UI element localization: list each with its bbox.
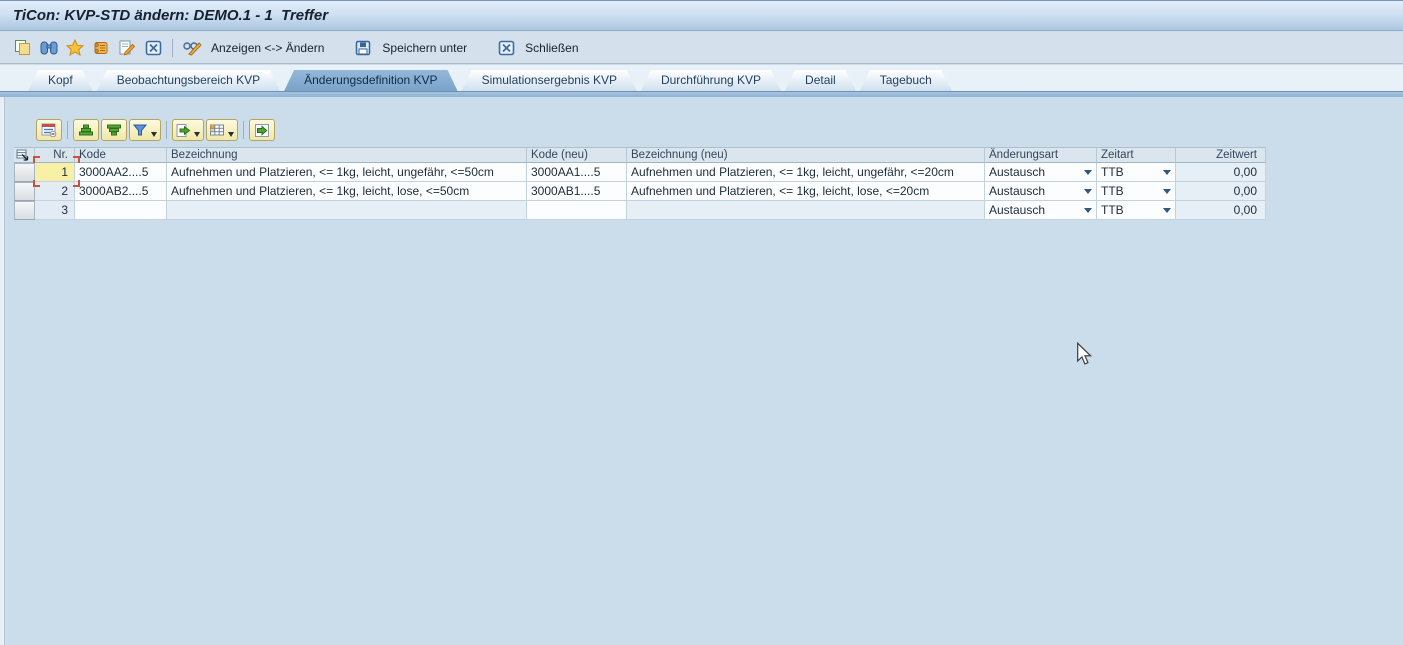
zeitart-dropdown[interactable]: TTB — [1097, 201, 1176, 220]
zeitart-dropdown[interactable]: TTB — [1097, 163, 1176, 182]
dropdown-value: Austausch — [989, 163, 1045, 181]
views-dropdown-arrow[interactable] — [228, 132, 234, 137]
glasses-pencil-icon — [181, 38, 203, 58]
cell-kode-neu[interactable] — [527, 201, 627, 220]
export-dropdown-arrow[interactable] — [194, 132, 200, 137]
close-box-icon — [495, 38, 517, 58]
filter-icon[interactable] — [129, 119, 161, 141]
grid-toolbar-separator — [243, 121, 244, 139]
close-button[interactable]: Schließen — [495, 38, 578, 58]
table-views-icon[interactable] — [206, 119, 238, 141]
cell-kode[interactable]: 3000AA2....5 — [75, 163, 167, 182]
cell-bezeichnung-neu[interactable] — [627, 201, 985, 220]
table-row: 2 3000AB2....5 Aufnehmen und Platzieren,… — [14, 182, 1266, 201]
dropdown-value: TTB — [1101, 182, 1124, 200]
dropdown-value: TTB — [1101, 163, 1124, 181]
cell-bezeichnung-neu[interactable]: Aufnehmen und Platzieren, <= 1kg, leicht… — [627, 182, 985, 201]
column-header-kode[interactable]: Kode — [75, 147, 167, 163]
cell-bezeichnung[interactable]: Aufnehmen und Platzieren, <= 1kg, leicht… — [167, 182, 527, 201]
filter-dropdown-arrow[interactable] — [151, 132, 157, 137]
column-header-nr[interactable]: Nr. — [35, 147, 75, 163]
tab-content-panel: Nr. Kode Bezeichnung Kode (neu) Bezeichn… — [0, 97, 1403, 645]
chevron-down-icon[interactable] — [1163, 208, 1171, 213]
cell-bezeichnung-neu[interactable]: Aufnehmen und Platzieren, <= 1kg, leicht… — [627, 163, 985, 182]
tab-beobachtungsbereich-kvp[interactable]: Beobachtungsbereich KVP — [97, 70, 280, 91]
column-header-kode-neu[interactable]: Kode (neu) — [527, 147, 627, 163]
tab-strip: Kopf Beobachtungsbereich KVP Änderungsde… — [0, 65, 1403, 97]
tab-aenderungsdefinition-kvp[interactable]: Änderungsdefinition KVP — [284, 70, 457, 91]
dropdown-value: Austausch — [989, 182, 1045, 200]
dropdown-value: Austausch — [989, 201, 1045, 219]
alv-grid: Nr. Kode Bezeichnung Kode (neu) Bezeichn… — [14, 147, 1266, 220]
find-binoculars-icon[interactable] — [38, 38, 60, 58]
aenderungsart-dropdown[interactable]: Austausch — [985, 201, 1097, 220]
zeitart-dropdown[interactable]: TTB — [1097, 182, 1176, 201]
tab-kopf[interactable]: Kopf — [28, 70, 93, 91]
cell-nr[interactable]: 2 — [35, 182, 75, 201]
tab-simulationsergebnis-kvp[interactable]: Simulationsergebnis KVP — [462, 70, 637, 91]
row-selector[interactable] — [14, 201, 35, 220]
column-header-aenderungsart[interactable]: Änderungsart — [985, 147, 1097, 163]
dropdown-value: TTB — [1101, 201, 1124, 219]
column-header-zeitwert[interactable]: Zeitwert — [1176, 147, 1266, 163]
chevron-down-icon[interactable] — [1163, 189, 1171, 194]
grid-toolbar — [36, 118, 277, 142]
cell-bezeichnung[interactable] — [167, 201, 527, 220]
tab-durchfuehrung-kvp[interactable]: Durchführung KVP — [641, 70, 781, 91]
cell-zeitwert[interactable]: 0,00 — [1176, 163, 1266, 182]
cell-kode-neu[interactable]: 3000AB1....5 — [527, 182, 627, 201]
details-icon[interactable] — [36, 119, 62, 141]
column-header-bezeichnung-neu[interactable]: Bezeichnung (neu) — [627, 147, 985, 163]
select-all-button[interactable] — [14, 147, 35, 163]
save-as-label: Speichern unter — [382, 41, 467, 55]
floppy-disk-icon — [352, 38, 374, 58]
grid-toolbar-separator — [67, 121, 68, 139]
cell-zeitwert[interactable]: 0,00 — [1176, 182, 1266, 201]
transfer-icon[interactable] — [249, 119, 275, 141]
sap-window: TiCon: KVP-STD ändern: DEMO.1 - 1 Treffe… — [0, 0, 1403, 645]
cancel-box-icon[interactable] — [142, 38, 164, 58]
panel-left-edge — [0, 97, 5, 645]
chevron-down-icon[interactable] — [1163, 170, 1171, 175]
cell-nr[interactable]: 3 — [35, 201, 75, 220]
aenderungsart-dropdown[interactable]: Austausch — [985, 163, 1097, 182]
close-label: Schließen — [525, 41, 578, 55]
main-toolbar: Anzeigen <-> Ändern Speichern unter Schl… — [0, 32, 1403, 64]
chevron-down-icon[interactable] — [1084, 170, 1092, 175]
grid-toolbar-separator — [166, 121, 167, 139]
table-row: 3 Austausch TTB 0,00 — [14, 201, 1266, 220]
row-selector[interactable] — [14, 182, 35, 201]
chevron-down-icon[interactable] — [1084, 189, 1092, 194]
row-selector[interactable] — [14, 163, 35, 182]
cell-zeitwert[interactable]: 0,00 — [1176, 201, 1266, 220]
edit-note-icon[interactable] — [116, 38, 138, 58]
toolbar-separator — [172, 39, 173, 57]
sort-descending-icon[interactable] — [101, 119, 127, 141]
column-header-bezeichnung[interactable]: Bezeichnung — [167, 147, 527, 163]
cell-kode[interactable] — [75, 201, 167, 220]
chevron-down-icon[interactable] — [1084, 208, 1092, 213]
grid-header-row: Nr. Kode Bezeichnung Kode (neu) Bezeichn… — [14, 147, 1266, 163]
mouse-cursor — [1075, 342, 1093, 366]
tab-tagebuch[interactable]: Tagebuch — [860, 70, 952, 91]
copy-pages-icon[interactable] — [12, 38, 34, 58]
window-title: TiCon: KVP-STD ändern: DEMO.1 - 1 Treffe… — [0, 0, 1403, 31]
display-change-button[interactable]: Anzeigen <-> Ändern — [181, 38, 324, 58]
cell-kode[interactable]: 3000AB2....5 — [75, 182, 167, 201]
cell-nr[interactable]: 1 — [35, 163, 75, 182]
cell-bezeichnung[interactable]: Aufnehmen und Platzieren, <= 1kg, leicht… — [167, 163, 527, 182]
tab-detail[interactable]: Detail — [785, 70, 856, 91]
table-row: 1 3000AA2....5 Aufnehmen und Platzieren,… — [14, 163, 1266, 182]
favorites-star-icon[interactable] — [64, 38, 86, 58]
aenderungsart-dropdown[interactable]: Austausch — [985, 182, 1097, 201]
sort-ascending-icon[interactable] — [73, 119, 99, 141]
column-header-zeitart[interactable]: Zeitart — [1097, 147, 1176, 163]
scroll-icon[interactable] — [90, 38, 112, 58]
display-change-label: Anzeigen <-> Ändern — [211, 41, 324, 55]
export-icon[interactable] — [172, 119, 204, 141]
save-as-button[interactable]: Speichern unter — [352, 38, 467, 58]
cell-kode-neu[interactable]: 3000AA1....5 — [527, 163, 627, 182]
